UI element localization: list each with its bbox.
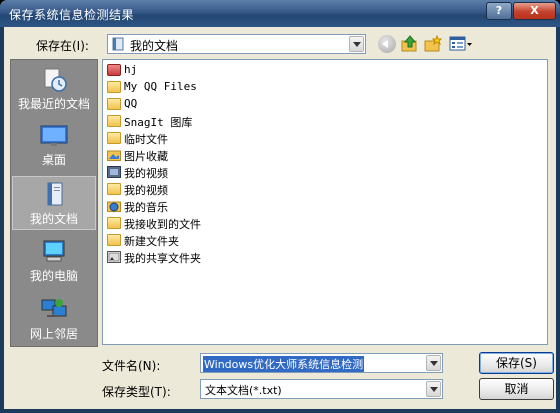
- save-in-label: 保存在(I):: [36, 39, 89, 53]
- back-icon[interactable]: [378, 35, 396, 53]
- save-in-dropdown[interactable]: 我的文档: [107, 34, 366, 54]
- file-name: 图片收藏: [124, 150, 168, 163]
- up-folder-icon[interactable]: [401, 35, 419, 53]
- place-label: 我的文档: [29, 212, 78, 226]
- close-button[interactable]: X: [513, 2, 556, 20]
- folder-icon: [107, 217, 121, 229]
- folder-icon: [107, 132, 121, 144]
- place-my-computer[interactable]: 我的电脑: [12, 234, 96, 288]
- filetype-label: 保存类型(T):: [102, 385, 171, 399]
- cancel-button[interactable]: 取消: [479, 378, 554, 400]
- save-in-dropdown-arrow[interactable]: [349, 36, 364, 52]
- file-name: SnagIt 图库: [124, 116, 193, 129]
- music-folder-icon: [107, 201, 121, 212]
- place-label: 桌面: [41, 153, 66, 167]
- filetype-select[interactable]: 文本文档(*.txt): [200, 379, 443, 399]
- filetype-dropdown-arrow[interactable]: [426, 381, 441, 397]
- file-name: 我的共享文件夹: [124, 252, 201, 265]
- desktop-icon: [40, 125, 68, 146]
- folder-icon: [107, 115, 121, 127]
- folder-icon: [107, 81, 121, 93]
- help-button[interactable]: ?: [486, 2, 512, 20]
- save-button[interactable]: 保存(S): [479, 352, 554, 374]
- filename-dropdown-arrow[interactable]: [426, 355, 441, 371]
- filename-value: Windows优化大师系统信息检测: [203, 356, 365, 372]
- place-recent-documents[interactable]: 我最近的文档: [12, 62, 96, 116]
- my-computer-icon: [43, 240, 65, 262]
- my-documents-icon: [47, 182, 63, 206]
- file-name: 新建文件夹: [124, 235, 179, 248]
- special-folder-icon: [107, 64, 121, 76]
- window-title: 保存系统信息检测结果: [9, 8, 135, 22]
- recent-documents-icon: [44, 68, 67, 92]
- file-name: 我的音乐: [124, 201, 168, 214]
- file-name: 临时文件: [124, 133, 168, 146]
- place-desktop[interactable]: 桌面: [12, 118, 96, 172]
- file-name: 我的视频: [124, 167, 168, 180]
- new-folder-icon[interactable]: [424, 35, 442, 53]
- place-label: 我最近的文档: [17, 97, 90, 111]
- file-list[interactable]: hj My QQ Files QQ SnagIt 图库 临时文件 图片收藏 我的…: [102, 59, 548, 345]
- folder-icon: [107, 234, 121, 246]
- network-places-icon: [41, 299, 67, 317]
- filename-input[interactable]: Windows优化大师系统信息检测: [200, 353, 443, 373]
- file-name: 我的视频: [124, 184, 168, 197]
- file-name: 我接收到的文件: [124, 218, 201, 231]
- place-label: 网上邻居: [29, 327, 78, 341]
- save-in-value: 我的文档: [130, 39, 179, 53]
- folder-icon: [107, 98, 121, 110]
- place-my-documents[interactable]: 我的文档: [12, 176, 96, 230]
- my-documents-icon: [112, 37, 124, 51]
- filename-label: 文件名(N):: [102, 359, 161, 373]
- shared-folder-icon: [107, 251, 121, 263]
- filetype-value: 文本文档(*.txt): [205, 384, 282, 397]
- videos-folder-icon: [107, 166, 121, 178]
- pictures-folder-icon: [107, 150, 121, 161]
- dialog-client: 保存在(I): 我的文档 我最近的文档 桌面 我的文档 我的电脑 网上邻居 hj…: [4, 27, 556, 409]
- file-name: hj: [124, 63, 138, 76]
- place-network[interactable]: 网上邻居: [12, 292, 96, 346]
- file-name: QQ: [124, 97, 138, 110]
- views-menu-icon[interactable]: [449, 35, 473, 53]
- place-label: 我的电脑: [29, 269, 78, 283]
- file-name: My QQ Files: [124, 80, 197, 93]
- save-dialog: 保存系统信息检测结果 ? X 保存在(I): 我的文档 我最近的文档 桌面 我的…: [0, 0, 560, 413]
- title-bar[interactable]: 保存系统信息检测结果 ? X: [0, 0, 560, 27]
- places-bar: 我最近的文档 桌面 我的文档 我的电脑 网上邻居: [10, 59, 98, 347]
- folder-icon: [107, 183, 121, 195]
